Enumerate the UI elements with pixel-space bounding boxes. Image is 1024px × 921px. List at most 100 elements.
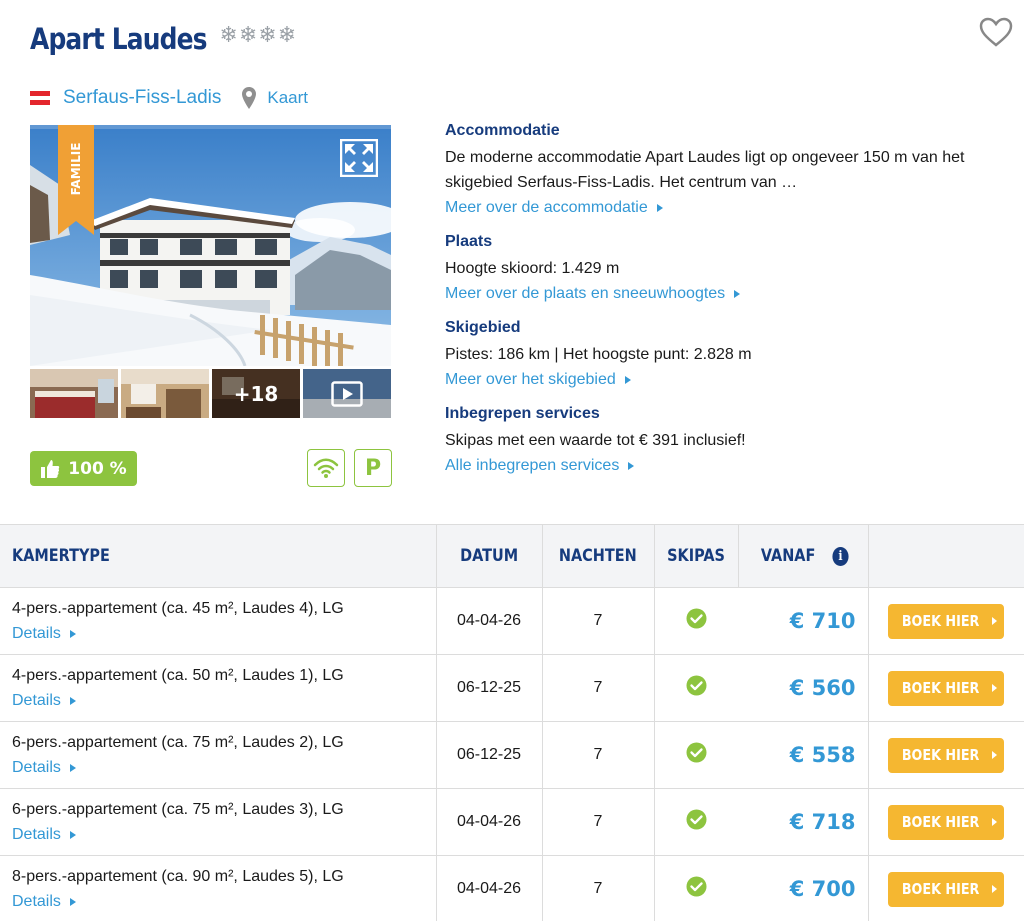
header-nights: NACHTEN: [541, 524, 654, 588]
details-label: Details: [12, 625, 61, 642]
thumbnail-strip: +18: [30, 369, 391, 418]
link-label: Meer over het skigebied: [445, 371, 616, 388]
parking-facility: P: [354, 449, 392, 487]
favorite-heart-icon[interactable]: [978, 16, 1014, 48]
book-here-button[interactable]: BOEK HIER: [888, 871, 1005, 907]
nights-cell: 7: [541, 721, 654, 789]
room-cell: 8-pers.-appartement (ca. 90 m², Laudes 5…: [0, 855, 436, 921]
skipass-cell: [653, 855, 738, 921]
room-offers-table: KAMERTYPE DATUM NACHTEN SKIPAS VANAF i 4-…: [0, 524, 1024, 921]
thumbnail-bedroom[interactable]: [30, 369, 118, 418]
section-place: Plaats Hoogte skioord: 1.429 m Meer over…: [445, 233, 1005, 306]
skipass-cell: [653, 587, 738, 655]
family-ribbon-badge: FAMILIE: [58, 125, 94, 235]
check-circle-icon: [686, 675, 707, 696]
header-date: DATUM: [435, 524, 542, 588]
rating-badge: 100 %: [30, 451, 137, 486]
table-header-row: KAMERTYPE DATUM NACHTEN SKIPAS VANAF i: [0, 524, 1024, 588]
chevron-right-icon: [69, 763, 76, 772]
chevron-right-icon: [69, 629, 76, 638]
check-circle-icon: [686, 608, 707, 629]
thumbnail-kitchen[interactable]: [121, 369, 209, 418]
price-cell: € 700: [738, 855, 868, 921]
details-link[interactable]: Details: [12, 688, 76, 713]
room-cell: 4-pers.-appartement (ca. 50 m², Laudes 1…: [0, 654, 436, 722]
details-link[interactable]: Details: [12, 755, 76, 780]
book-here-button[interactable]: BOEK HIER: [888, 804, 1005, 840]
details-link[interactable]: Details: [12, 822, 76, 847]
action-cell: BOEK HIER: [867, 721, 1024, 789]
table-row: 4-pers.-appartement (ca. 45 m², Laudes 4…: [0, 587, 1024, 655]
book-button-label: BOEK HIER: [901, 679, 980, 697]
chevron-right-icon: [69, 696, 76, 705]
section-heading: Inbegrepen services: [445, 405, 600, 422]
table-row: 6-pers.-appartement (ca. 75 m², Laudes 3…: [0, 788, 1024, 856]
book-button-label: BOEK HIER: [901, 880, 980, 898]
more-ski-area-link[interactable]: Meer over het skigebied: [445, 367, 631, 392]
more-accommodation-link[interactable]: Meer over de accommodatie: [445, 195, 663, 220]
nights-cell: 7: [541, 855, 654, 921]
check-circle-icon: [686, 809, 707, 830]
austria-flag-icon: [30, 91, 50, 106]
action-cell: BOEK HIER: [867, 855, 1024, 921]
chevron-right-icon: [992, 617, 998, 625]
thumbnail-more-photos[interactable]: +18: [212, 369, 300, 418]
chevron-right-icon: [69, 897, 76, 906]
book-here-button[interactable]: BOEK HIER: [888, 670, 1005, 706]
title-row: Apart Laudes ❄❄❄❄: [30, 22, 297, 56]
details-label: Details: [12, 759, 61, 776]
section-text: De moderne accommodatie Apart Laudes lig…: [445, 149, 965, 191]
room-name: 6-pers.-appartement (ca. 75 m², Laudes 3…: [12, 801, 344, 818]
price-cell: € 558: [738, 721, 868, 789]
nights-cell: 7: [541, 654, 654, 722]
kitchen-image: [121, 369, 209, 418]
wifi-facility: [307, 449, 345, 487]
thumbnail-video[interactable]: [303, 369, 391, 418]
chevron-right-icon: [992, 751, 998, 759]
section-services: Inbegrepen services Skipas met een waard…: [445, 405, 1005, 478]
skipass-cell: [653, 721, 738, 789]
map-link[interactable]: Kaart: [267, 88, 308, 108]
section-heading: Plaats: [445, 233, 493, 250]
chevron-right-icon: [992, 818, 998, 826]
details-link[interactable]: Details: [12, 621, 76, 646]
chevron-right-icon: [628, 461, 635, 470]
expand-fullscreen-icon[interactable]: [340, 139, 378, 177]
map-pin-icon: [242, 87, 257, 109]
room-name: 4-pers.-appartement (ca. 45 m², Laudes 4…: [12, 600, 344, 617]
section-text: Pistes: 186 km | Het hoogste punt: 2.828…: [445, 346, 752, 363]
section-heading: Skigebied: [445, 319, 521, 336]
date-cell: 04-04-26: [435, 788, 542, 856]
link-label: Meer over de plaats en sneeuwhoogtes: [445, 285, 726, 302]
bedroom-image: [30, 369, 118, 418]
book-button-label: BOEK HIER: [901, 612, 980, 630]
more-place-link[interactable]: Meer over de plaats en sneeuwhoogtes: [445, 281, 741, 306]
book-here-button[interactable]: BOEK HIER: [888, 603, 1005, 639]
chevron-right-icon: [734, 289, 741, 298]
details-link[interactable]: Details: [12, 889, 76, 914]
all-services-link[interactable]: Alle inbegrepen services: [445, 453, 635, 478]
price-cell: € 718: [738, 788, 868, 856]
resort-link[interactable]: Serfaus-Fiss-Ladis: [63, 87, 221, 109]
section-ski-area: Skigebied Pistes: 186 km | Het hoogste p…: [445, 319, 1005, 392]
room-name: 4-pers.-appartement (ca. 50 m², Laudes 1…: [12, 667, 344, 684]
thumbs-up-icon: [41, 459, 60, 478]
section-accommodation: Accommodatie De moderne accommodatie Apa…: [445, 122, 1005, 220]
section-text: Hoogte skioord: 1.429 m: [445, 260, 620, 277]
date-cell: 04-04-26: [435, 855, 542, 921]
action-cell: BOEK HIER: [867, 654, 1024, 722]
action-cell: BOEK HIER: [867, 587, 1024, 655]
details-label: Details: [12, 893, 61, 910]
room-cell: 6-pers.-appartement (ca. 75 m², Laudes 3…: [0, 788, 436, 856]
star-rating: ❄❄❄❄: [219, 22, 298, 47]
date-cell: 06-12-25: [435, 721, 542, 789]
room-cell: 6-pers.-appartement (ca. 75 m², Laudes 2…: [0, 721, 436, 789]
book-here-button[interactable]: BOEK HIER: [888, 737, 1005, 773]
header-from-price: VANAF i: [737, 524, 868, 588]
skipass-cell: [653, 788, 738, 856]
wifi-icon: [313, 458, 339, 478]
table-row: 8-pers.-appartement (ca. 90 m², Laudes 5…: [0, 855, 1024, 921]
price-info-icon[interactable]: i: [832, 546, 849, 566]
details-label: Details: [12, 692, 61, 709]
play-video-icon: [331, 381, 363, 407]
